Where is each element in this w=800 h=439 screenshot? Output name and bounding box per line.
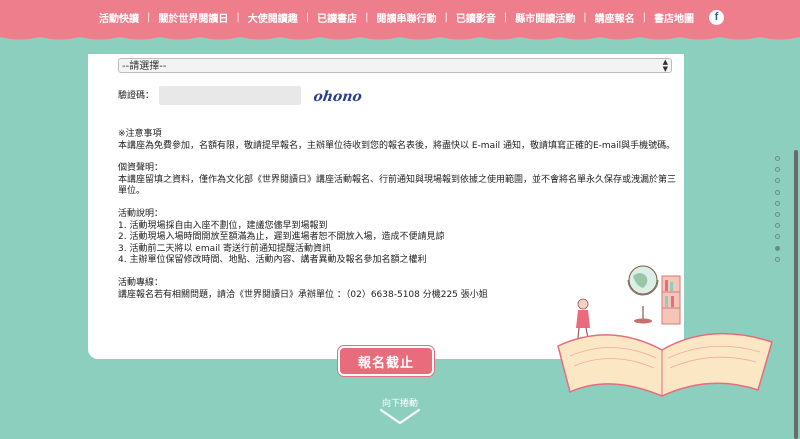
nav-item[interactable]: 縣市閱讀活動 [512, 10, 578, 25]
rule-item: 1. 活動現場採自由入座不劃位，建議您儘早到場報到 [118, 220, 328, 231]
nav-item[interactable]: 書店地圖 [651, 10, 697, 25]
page-dot[interactable] [775, 178, 780, 184]
rule-item: 3. 活動前二天將以 email 寄送行前通知提醒活動資訊 [118, 243, 331, 254]
page-dot[interactable] [775, 167, 780, 173]
registration-closed-button[interactable]: 報名截止 [338, 346, 434, 376]
page-dot[interactable] [775, 223, 780, 229]
privacy-body: 本講座留填之資料，僅作為文化部《世界閱讀日》講座活動報名、行前通知與現場報到依據… [118, 174, 677, 197]
top-nav-bar: 活動快讀 | 關於世界閱讀日 | 大使閱讀趣 | 已讀書店 | 閱讀串聯行動 | 已讀影音 | 縣市閱讀… [0, 0, 800, 34]
page-dot[interactable] [775, 256, 780, 262]
chevron-down-icon[interactable] [378, 407, 422, 427]
captcha-image[interactable]: ohono [314, 86, 376, 106]
nav-list: 活動快讀 | 關於世界閱讀日 | 大使閱讀趣 | 已讀書店 | 閱讀串聯行動 | 已讀影音 | 縣市閱讀… [96, 10, 697, 25]
bookshelf-icon [661, 275, 681, 325]
nav-separator: | [583, 11, 587, 23]
nav-item[interactable]: 關於世界閱讀日 [155, 10, 231, 25]
nav-item[interactable]: 活動快讀 [96, 10, 142, 25]
scrollbar[interactable] [794, 150, 798, 439]
nav-separator: | [236, 11, 240, 23]
captcha-label: 驗證碼： [118, 91, 155, 101]
select-value: --請選擇-- [122, 61, 167, 72]
book-globe-illustration [557, 265, 773, 397]
nav-item[interactable]: 閱讀串聯行動 [374, 10, 440, 25]
lecture-select[interactable]: --請選擇-- ▲ ▼ [118, 58, 672, 73]
nav-item[interactable]: 已讀影音 [453, 10, 499, 25]
notice-body: 本講座為免費參加，名額有限，敬請提早報名，主辦單位待收到您的報名表後，將盡快以 … [118, 140, 676, 151]
page-dot[interactable] [775, 234, 780, 240]
page-dot[interactable] [775, 245, 780, 251]
captcha-text: ohono [314, 89, 363, 105]
nav-separator: | [444, 11, 448, 23]
nav-separator: | [642, 11, 646, 23]
open-book-shape [557, 332, 773, 397]
nav-separator: | [147, 11, 151, 23]
nav-item[interactable]: 已讀書店 [314, 10, 360, 25]
nav-item[interactable]: 講座報名 [592, 10, 638, 25]
privacy-title: 個資聲明： [118, 163, 164, 174]
page-dot[interactable] [775, 189, 780, 195]
notice-heading: ※注意事項 [118, 129, 162, 139]
page-dot[interactable] [775, 156, 780, 161]
page-dot[interactable] [775, 200, 780, 206]
nav-item[interactable]: 大使閱讀趣 [245, 10, 301, 25]
nav-wave-divider [0, 34, 800, 40]
nav-separator: | [503, 11, 508, 23]
rules-title: 活動說明： [118, 208, 164, 219]
page-dot[interactable] [775, 211, 780, 217]
nav-separator: | [305, 11, 310, 23]
nav-separator: | [365, 11, 369, 23]
captcha-input[interactable] [159, 86, 301, 105]
rule-item: 2. 活動現場入場時間開放至額滿為止，遲到進場者恕不開放入場，造成不便請見諒 [118, 232, 445, 243]
facebook-icon[interactable]: f [709, 9, 724, 25]
select-arrows-icon: ▲ ▼ [662, 58, 668, 73]
globe-icon [627, 265, 659, 324]
page-dot-nav [775, 156, 783, 268]
reading-figure-icon [576, 298, 590, 339]
